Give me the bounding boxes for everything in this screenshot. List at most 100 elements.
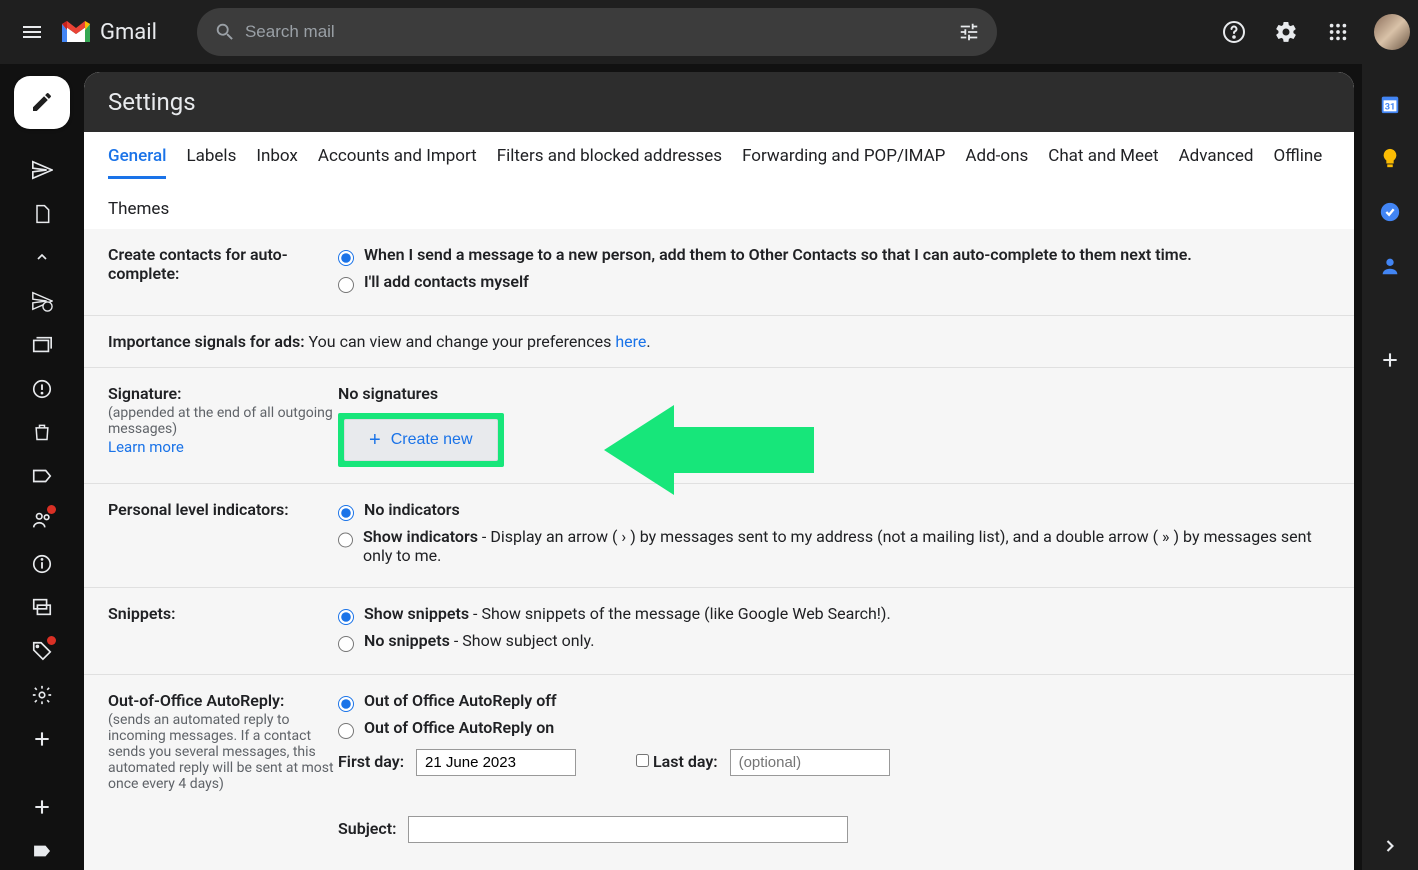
indicators-opt-show[interactable] <box>338 532 353 548</box>
indicators-opt-show-bold: Show indicators <box>363 527 478 546</box>
nav-sent[interactable] <box>22 151 62 189</box>
calendar-app-button[interactable]: 31 <box>1378 92 1402 116</box>
ooo-opt-off-label: Out of Office AutoReply off <box>364 691 557 710</box>
gear-icon <box>1274 20 1298 44</box>
apps-grid-icon <box>1327 21 1349 43</box>
tab-addons[interactable]: Add-ons <box>965 146 1028 179</box>
compose-button[interactable] <box>14 76 70 129</box>
account-avatar[interactable] <box>1374 14 1410 50</box>
person-icon <box>1379 255 1401 277</box>
tasks-app-button[interactable] <box>1378 200 1402 224</box>
gear-icon <box>31 684 53 706</box>
snippets-opt-none-rest: - Show subject only. <box>450 631 595 650</box>
nav-promotions[interactable] <box>22 632 62 670</box>
side-panel: 31 <box>1362 64 1418 870</box>
indicators-label: Personal level indicators: <box>108 500 338 519</box>
snippets-label: Snippets: <box>108 604 338 623</box>
forums-icon <box>31 596 53 618</box>
hide-side-panel-button[interactable] <box>1378 834 1402 858</box>
indicators-opt-show-rest: - Display an arrow ( › ) by messages sen… <box>363 527 1312 565</box>
settings-tabs: General Labels Inbox Accounts and Import… <box>84 132 1354 229</box>
tab-offline[interactable]: Offline <box>1274 146 1323 179</box>
settings-button[interactable] <box>1264 10 1308 54</box>
search-input[interactable] <box>245 22 949 42</box>
ooo-first-day-input[interactable] <box>416 749 576 776</box>
create-signature-label: Create new <box>391 431 473 449</box>
search-icon[interactable] <box>205 12 245 52</box>
nav-spam[interactable] <box>22 370 62 408</box>
ooo-opt-on[interactable] <box>338 723 354 739</box>
nav-trash[interactable] <box>22 413 62 451</box>
ooo-opt-off[interactable] <box>338 696 354 712</box>
keep-icon <box>1379 147 1401 169</box>
nav-updates[interactable] <box>22 545 62 583</box>
info-icon <box>31 553 53 575</box>
nav-forums[interactable] <box>22 589 62 627</box>
search-options-button[interactable] <box>949 12 989 52</box>
ooo-first-day-label: First day: <box>338 752 404 771</box>
chevron-up-icon <box>34 249 50 265</box>
search-bar[interactable] <box>197 8 997 56</box>
pencil-icon <box>30 90 54 114</box>
tab-general[interactable]: General <box>108 146 166 179</box>
nav-create-label[interactable] <box>22 720 62 758</box>
create-new-highlight: + Create new <box>338 413 504 467</box>
ooo-subject-input[interactable] <box>408 816 848 843</box>
tab-labels[interactable]: Labels <box>186 146 236 179</box>
contacts-opt-auto-label: When I send a message to a new person, a… <box>364 245 1192 264</box>
snippets-opt-none[interactable] <box>338 636 354 652</box>
ooo-label: Out-of-Office AutoReply: <box>108 691 338 710</box>
ooo-last-day-checkbox[interactable] <box>636 754 649 767</box>
section-ads: Importance signals for ads: You can view… <box>84 316 1354 368</box>
tab-inbox[interactable]: Inbox <box>256 146 298 179</box>
signature-learn-more-link[interactable]: Learn more <box>108 438 184 456</box>
nav-all-mail[interactable] <box>22 326 62 364</box>
nav-new-label[interactable] <box>22 788 62 826</box>
tab-forwarding[interactable]: Forwarding and POP/IMAP <box>742 146 945 179</box>
trash-icon <box>32 422 52 442</box>
nav-collapse[interactable] <box>22 238 62 276</box>
main-menu-button[interactable] <box>8 8 56 56</box>
tab-themes[interactable]: Themes <box>108 199 169 229</box>
get-addons-button[interactable] <box>1380 348 1400 376</box>
nav-social[interactable] <box>22 501 62 539</box>
settings-body[interactable]: Create contacts for auto-complete: When … <box>84 229 1354 870</box>
snippets-opt-none-bold: No snippets <box>364 631 450 650</box>
nav-drafts[interactable] <box>22 195 62 233</box>
section-ooo: Out-of-Office AutoReply: (sends an autom… <box>84 675 1354 859</box>
ads-text-pre: You can view and change your preferences <box>309 332 616 351</box>
chevron-right-icon <box>1380 836 1400 856</box>
gmail-logo[interactable]: Gmail <box>60 20 157 45</box>
page-title: Settings <box>84 72 1354 132</box>
settings-panel: Settings General Labels Inbox Accounts a… <box>84 72 1354 870</box>
nav-manage-labels[interactable] <box>22 676 62 714</box>
ooo-opt-on-label: Out of Office AutoReply on <box>364 718 554 737</box>
contacts-opt-manual-label: I'll add contacts myself <box>364 272 529 291</box>
snippets-opt-show[interactable] <box>338 609 354 625</box>
nav-categories[interactable] <box>22 457 62 495</box>
create-signature-button[interactable]: + Create new <box>344 419 498 461</box>
contacts-opt-manual[interactable] <box>338 277 354 293</box>
tab-accounts[interactable]: Accounts and Import <box>318 146 477 179</box>
plus-icon <box>32 729 52 749</box>
contacts-opt-auto[interactable] <box>338 250 354 266</box>
ooo-last-day-input[interactable] <box>730 749 890 776</box>
left-nav <box>0 64 84 870</box>
tab-chat[interactable]: Chat and Meet <box>1048 146 1158 179</box>
ads-text-post: . <box>646 332 650 351</box>
nav-scheduled[interactable] <box>22 282 62 320</box>
plus-icon: + <box>369 430 381 450</box>
keep-app-button[interactable] <box>1378 146 1402 170</box>
nav-label-item[interactable] <box>22 832 62 870</box>
support-button[interactable] <box>1212 10 1256 54</box>
contacts-app-button[interactable] <box>1378 254 1402 278</box>
ads-label: Importance signals for ads: <box>108 332 305 351</box>
tab-filters[interactable]: Filters and blocked addresses <box>497 146 722 179</box>
indicators-opt-none[interactable] <box>338 505 354 521</box>
signature-label: Signature: <box>108 384 338 403</box>
ads-preferences-link[interactable]: here <box>615 332 646 351</box>
file-icon <box>32 204 52 224</box>
apps-button[interactable] <box>1316 10 1360 54</box>
plus-icon <box>1380 350 1400 370</box>
tab-advanced[interactable]: Advanced <box>1179 146 1254 179</box>
